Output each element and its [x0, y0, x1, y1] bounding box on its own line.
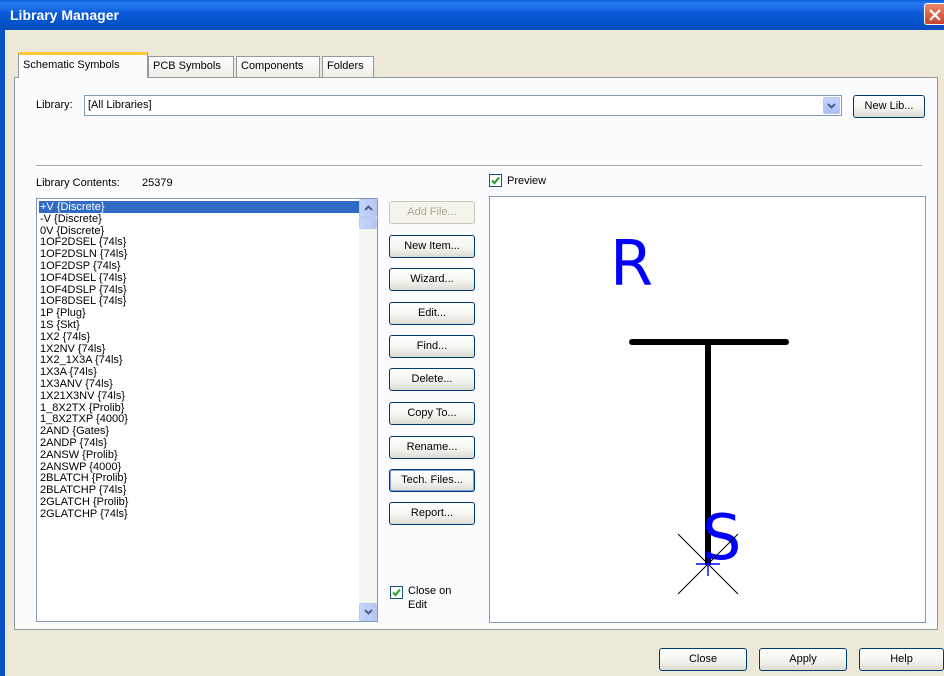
- close-on-edit-label-1: Close on: [408, 585, 452, 597]
- scroll-thumb[interactable]: [359, 217, 377, 229]
- list-item[interactable]: 1OF2DSLN {74ls}: [39, 248, 359, 260]
- add-file-button[interactable]: Add File...: [389, 201, 475, 224]
- preview-checkbox[interactable]: [489, 174, 502, 187]
- delete-button[interactable]: Delete...: [389, 368, 475, 391]
- new-lib-button[interactable]: New Lib...: [853, 95, 925, 118]
- library-contents-label: Library Contents:: [36, 177, 120, 189]
- library-label: Library:: [36, 99, 73, 111]
- list-item[interactable]: 2BLATCHP {74ls}: [39, 484, 359, 496]
- edit-button[interactable]: Edit...: [389, 302, 475, 325]
- symbol-canvas: R S: [610, 227, 789, 595]
- list-item[interactable]: 2ANDP {74ls}: [39, 437, 359, 449]
- list-item[interactable]: 1OF4DSLP {74ls}: [39, 284, 359, 296]
- close-icon: [929, 9, 941, 21]
- library-contents-count: 25379: [142, 177, 173, 189]
- chevron-up-icon: [364, 205, 373, 211]
- tab-label: Schematic Symbols: [23, 59, 120, 71]
- preview-label: Preview: [507, 175, 547, 187]
- tab-label: PCB Symbols: [153, 60, 221, 72]
- list-item[interactable]: 2BLATCH {Prolib}: [39, 472, 359, 484]
- library-select[interactable]: [All Libraries]: [84, 95, 842, 116]
- checkmark-icon: [491, 176, 500, 185]
- tab-label: Components: [241, 60, 304, 72]
- separator: [36, 165, 922, 167]
- list-item[interactable]: 1OF4DSEL {74ls}: [39, 272, 359, 284]
- window-title: Library Manager: [10, 7, 119, 23]
- list-item[interactable]: 1OF2DSP {74ls}: [39, 260, 359, 272]
- checkmark-icon: [392, 588, 401, 597]
- close-button[interactable]: Close: [659, 648, 747, 671]
- library-contents-list[interactable]: +V {Discrete} -V {Discrete} 0V {Discrete} 1…: [36, 198, 378, 622]
- list-item[interactable]: 1_8X2TX {Prolib}: [39, 402, 359, 414]
- copy-to-button[interactable]: Copy To...: [389, 402, 475, 425]
- tab-pcb-symbols[interactable]: PCB Symbols: [148, 56, 234, 77]
- list-item[interactable]: +V {Discrete}: [39, 201, 359, 213]
- apply-button[interactable]: Apply: [759, 648, 847, 671]
- new-item-button[interactable]: New Item...: [389, 235, 475, 258]
- wizard-button[interactable]: Wizard...: [389, 268, 475, 291]
- close-on-edit-checkbox[interactable]: [390, 586, 403, 599]
- library-select-value: [All Libraries]: [88, 99, 152, 111]
- list-item[interactable]: 0V {Discrete}: [39, 225, 359, 237]
- tab-label: Folders: [327, 60, 364, 72]
- chevron-down-icon: [364, 609, 373, 615]
- list-item[interactable]: 1X2NV {74ls}: [39, 343, 359, 355]
- list-item[interactable]: 1S {Skt}: [39, 319, 359, 331]
- list-item[interactable]: 2ANSW {Prolib}: [39, 449, 359, 461]
- list-items: +V {Discrete} -V {Discrete} 0V {Discrete} 1…: [39, 201, 359, 520]
- scroll-down-button[interactable]: [359, 603, 377, 621]
- tab-components[interactable]: Components: [236, 56, 320, 77]
- symbol-ref-text: R: [610, 227, 653, 300]
- symbol-preview: R S: [489, 196, 926, 623]
- tab-folders[interactable]: Folders: [322, 56, 374, 77]
- list-item[interactable]: 1X2 {74ls}: [39, 331, 359, 343]
- list-item[interactable]: 1X2_1X3A {74ls}: [39, 354, 359, 366]
- chevron-down-icon: [827, 103, 836, 109]
- list-item[interactable]: -V {Discrete}: [39, 213, 359, 225]
- list-item[interactable]: 1_8X2TXP {4000}: [39, 413, 359, 425]
- dropdown-arrow-button[interactable]: [823, 97, 840, 114]
- window-frame-left: [0, 30, 5, 676]
- help-button[interactable]: Help: [859, 648, 944, 671]
- report-button[interactable]: Report...: [389, 502, 475, 525]
- list-item[interactable]: 1OF2DSEL {74ls}: [39, 236, 359, 248]
- list-item[interactable]: 1OF8DSEL {74ls}: [39, 295, 359, 307]
- close-window-button[interactable]: [924, 3, 944, 25]
- close-on-edit-label-2: Edit: [408, 599, 427, 611]
- list-item[interactable]: 1X3A {74ls}: [39, 366, 359, 378]
- list-item[interactable]: 1P {Plug}: [39, 307, 359, 319]
- list-item[interactable]: 1X21X3NV {74ls}: [39, 390, 359, 402]
- tech-files-button[interactable]: Tech. Files...: [389, 469, 475, 492]
- find-button[interactable]: Find...: [389, 335, 475, 358]
- tab-schematic-symbols[interactable]: Schematic Symbols: [18, 52, 148, 78]
- title-bar: Library Manager: [0, 0, 944, 30]
- list-item[interactable]: 2GLATCHP {74ls}: [39, 508, 359, 520]
- list-item[interactable]: 1X3ANV {74ls}: [39, 378, 359, 390]
- scroll-up-button[interactable]: [359, 199, 377, 217]
- list-scrollbar[interactable]: [359, 199, 377, 621]
- rename-button[interactable]: Rename...: [389, 436, 475, 459]
- list-item[interactable]: 2AND {Gates}: [39, 425, 359, 437]
- list-item[interactable]: 2GLATCH {Prolib}: [39, 496, 359, 508]
- list-item[interactable]: 2ANSWP {4000}: [39, 461, 359, 473]
